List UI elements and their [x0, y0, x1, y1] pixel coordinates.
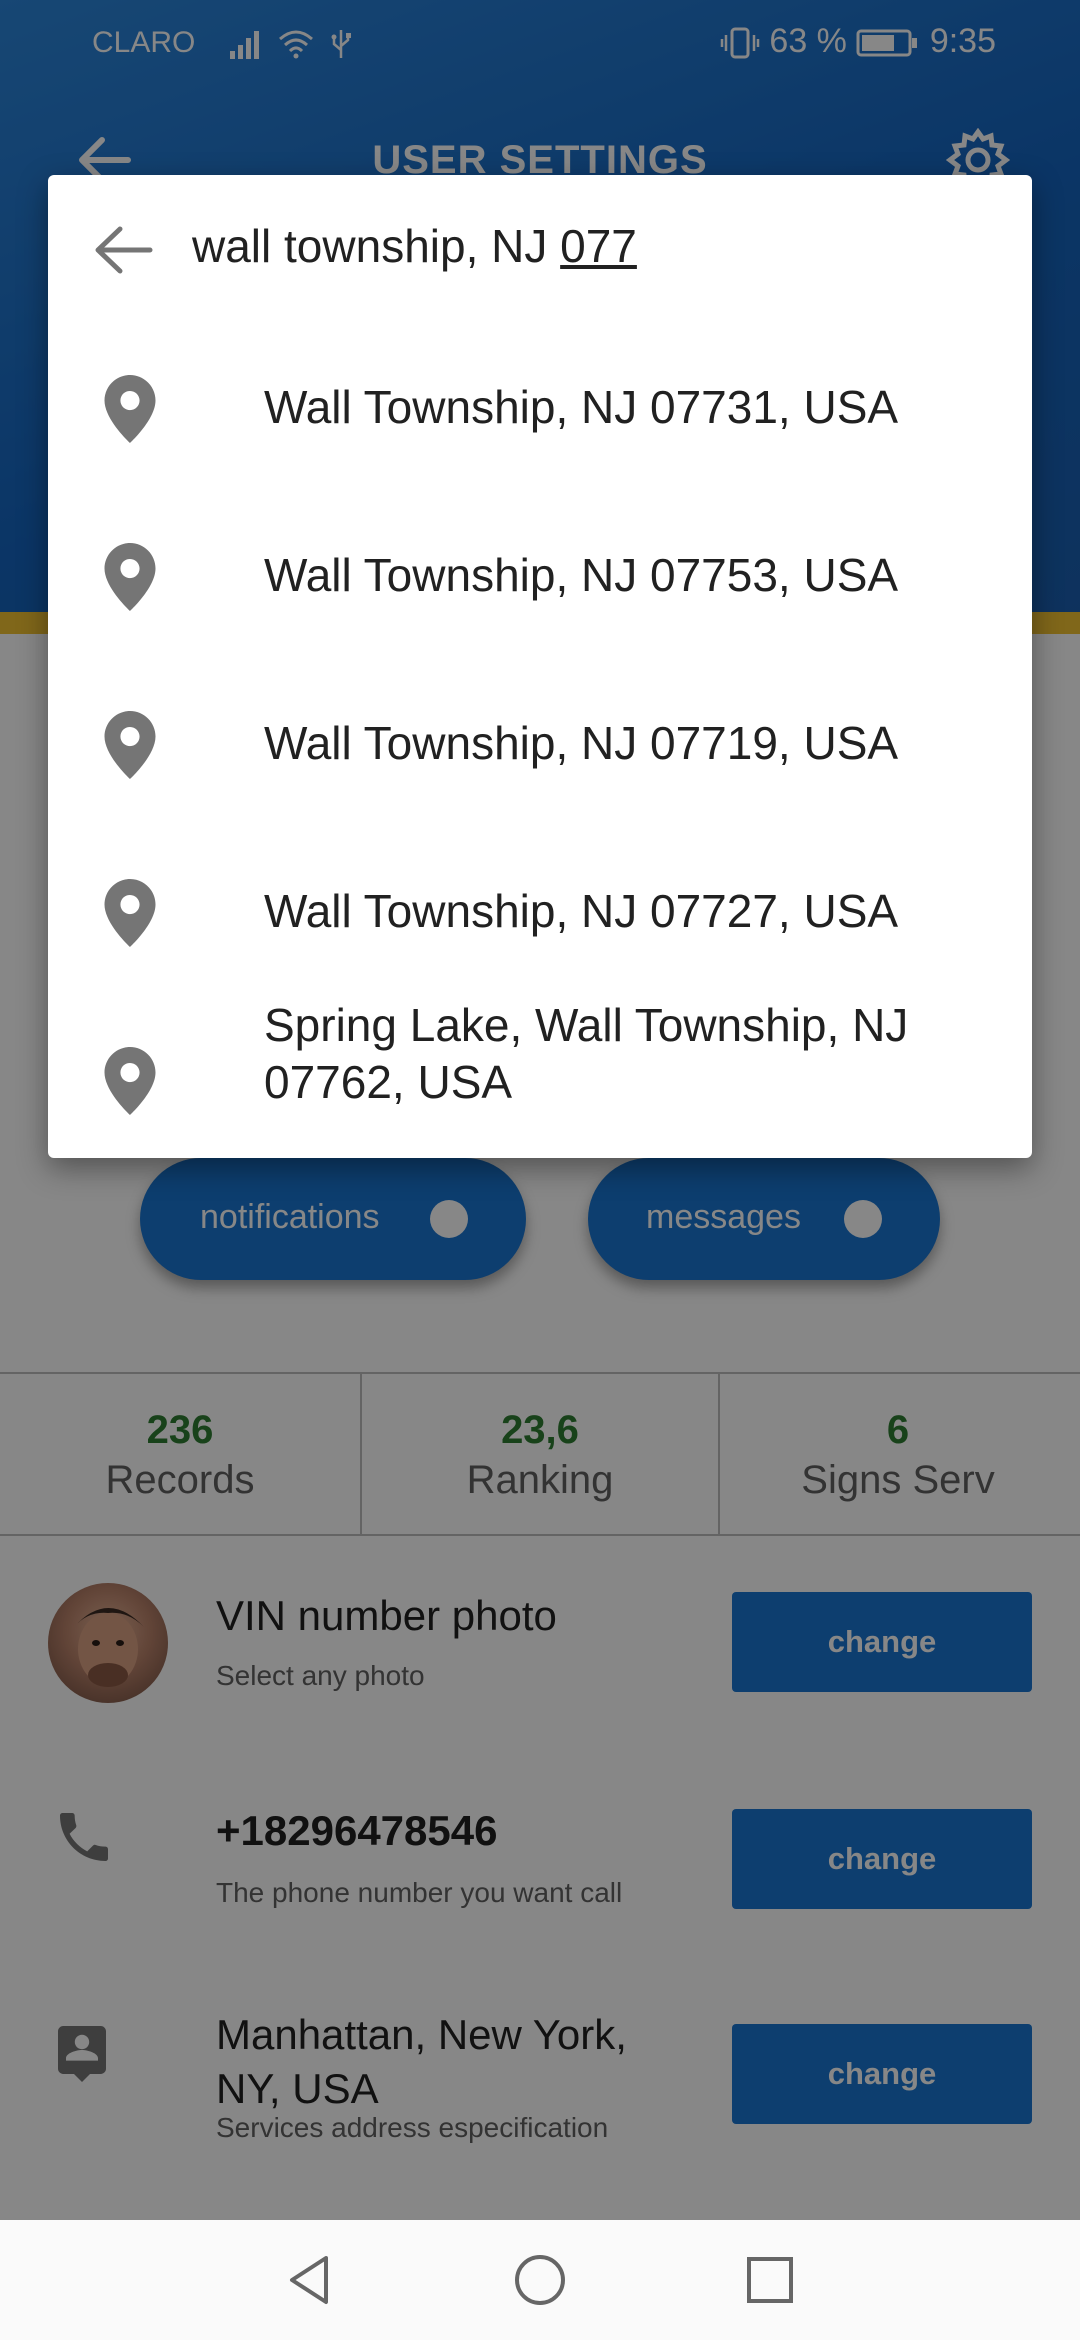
location-pin-icon [104, 1047, 156, 1115]
search-result-item[interactable]: Wall Township, NJ 07727, USA [48, 829, 1032, 997]
search-result-label: Wall Township, NJ 07731, USA [264, 381, 899, 433]
location-pin-icon [104, 375, 156, 443]
place-search-dialog: wall township, NJ 077 Wall Township, NJ … [48, 175, 1032, 1158]
back-arrow-icon[interactable] [88, 215, 158, 285]
search-input[interactable]: wall township, NJ 077 [192, 219, 637, 273]
search-result-item[interactable]: Wall Township, NJ 07753, USA [48, 493, 1032, 661]
system-nav-bar [0, 2220, 1080, 2340]
search-result-label: Wall Township, NJ 07727, USA [264, 885, 899, 937]
location-pin-icon [104, 543, 156, 611]
nav-recents-icon[interactable] [740, 2250, 800, 2310]
search-result-item[interactable]: Wall Township, NJ 07719, USA [48, 661, 1032, 829]
search-result-label: Wall Township, NJ 07753, USA [264, 549, 899, 601]
search-query-text: wall township, NJ [192, 220, 561, 272]
search-result-label: Wall Township, NJ 07719, USA [264, 717, 899, 769]
location-pin-icon [104, 879, 156, 947]
location-pin-icon [104, 711, 156, 779]
nav-home-icon[interactable] [510, 2250, 570, 2310]
nav-back-icon[interactable] [280, 2250, 340, 2310]
search-result-label: Spring Lake, Wall Township, NJ 07762, US… [264, 999, 909, 1108]
search-result-item[interactable]: Spring Lake, Wall Township, NJ 07762, US… [48, 997, 1032, 1158]
search-result-item[interactable]: Wall Township, NJ 07731, USA [48, 325, 1032, 493]
search-query-composing: 077 [560, 220, 637, 272]
app-screen: CLARO 63 % 9:35 USER SETTINGS notificati… [0, 0, 1080, 2220]
